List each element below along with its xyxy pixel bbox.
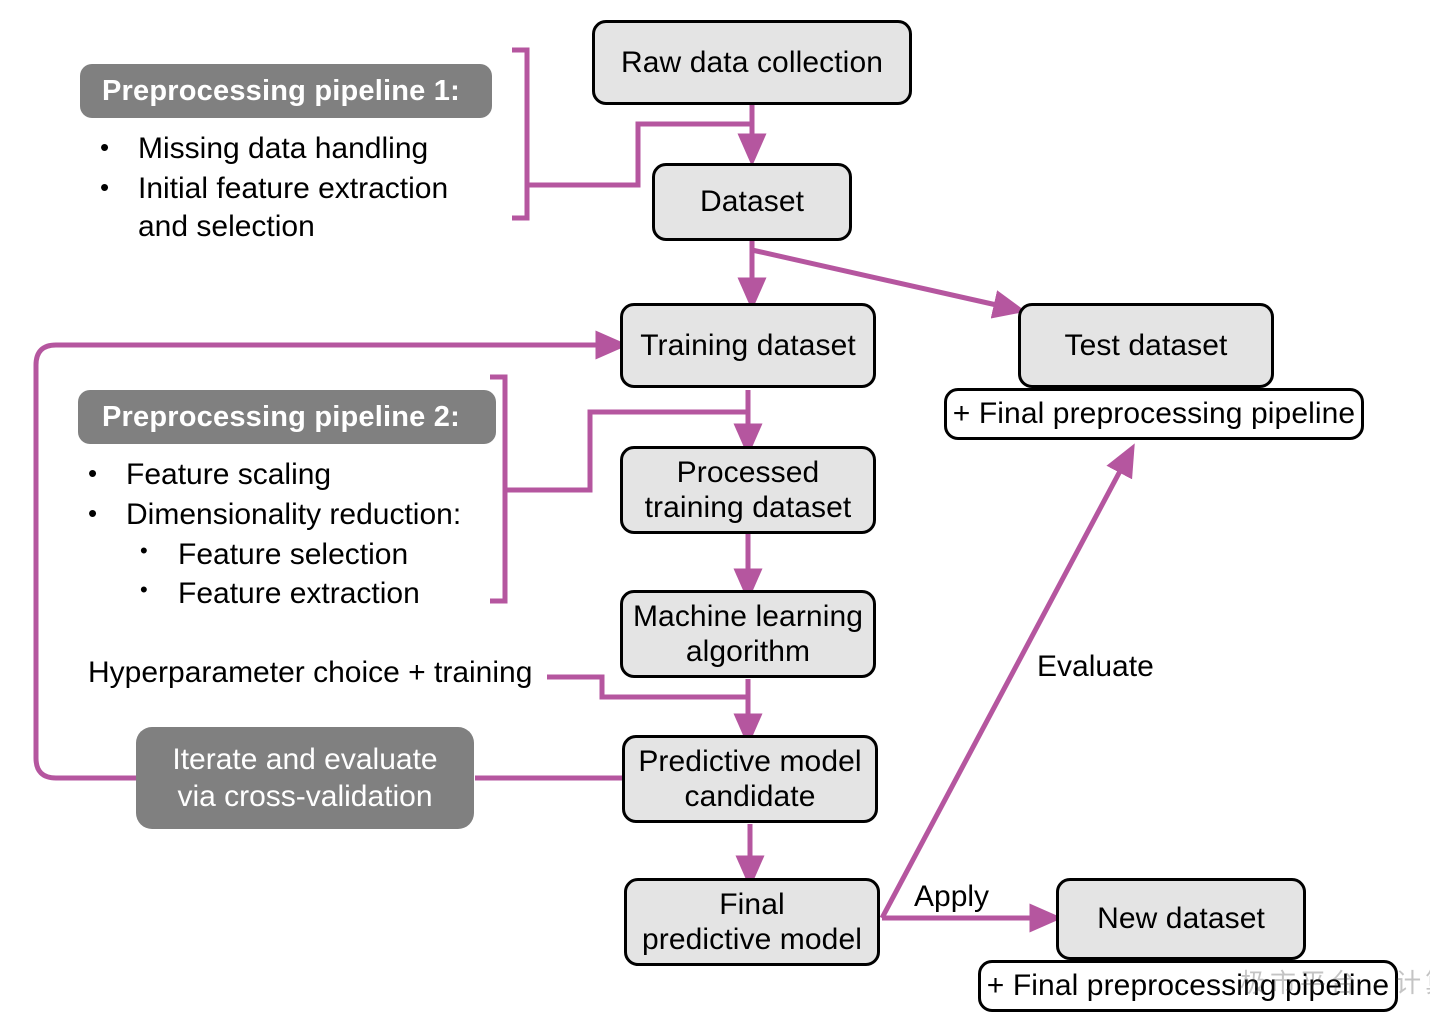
node-test-dataset[interactable]: Test dataset <box>1018 303 1274 388</box>
list-item-label: Feature scaling <box>126 458 332 491</box>
bullet-icon: • <box>88 497 98 528</box>
hyperparameter-label: Hyperparameter choice + training <box>88 656 532 690</box>
edge-evaluate <box>879 443 1135 920</box>
node-test-final-preprocessing-pipeline[interactable]: + Final preprocessing pipeline <box>944 388 1364 440</box>
apply-label: Apply <box>914 880 989 914</box>
list-item-label: Feature extraction <box>178 577 420 611</box>
bullet-icon: • <box>100 171 110 202</box>
list-item-label: Feature selection <box>178 537 409 571</box>
node-training-dataset[interactable]: Training dataset <box>620 303 876 388</box>
bullet-icon: • <box>140 577 148 603</box>
diagram-canvas: Preprocessing pipeline 1: • Missing data… <box>0 0 1430 1022</box>
node-dataset-label: Dataset <box>699 185 805 219</box>
node-predictive-model-candidate[interactable]: Predictive model candidate <box>622 735 878 823</box>
evaluate-label: Evaluate <box>1037 650 1154 684</box>
edge-dataset-to-test <box>751 247 1027 319</box>
bracket-pipeline1 <box>512 47 530 221</box>
hyperparameter-label-text: Hyperparameter choice + training <box>88 656 533 689</box>
preprocessing-pipeline-1-list: • Missing data handling • Initial featur… <box>100 130 500 247</box>
node-test-final-preprocessing-pipeline-label: + Final preprocessing pipeline <box>952 397 1356 431</box>
iterate-cross-validation-label: Iterate and evaluate via cross-validation <box>172 742 438 813</box>
list-item-label: Dimensionality reduction: <box>126 497 462 531</box>
node-test-dataset-label: Test dataset <box>1064 328 1228 362</box>
node-raw-data-collection[interactable]: Raw data collection <box>592 20 912 105</box>
watermark: 极市平台 · 计算机视觉社区 <box>1240 963 1430 1000</box>
list-item: • Feature selection <box>140 536 508 574</box>
node-machine-learning-algorithm-label: Machine learning algorithm <box>632 599 864 668</box>
node-training-dataset-label: Training dataset <box>640 328 856 362</box>
node-processed-training-dataset-label: Processed training dataset <box>644 455 852 524</box>
preprocessing-pipeline-2-list: • Feature scaling • Dimensionality reduc… <box>88 456 508 615</box>
preprocessing-pipeline-2-header-label: Preprocessing pipeline 2: <box>102 400 460 433</box>
evaluate-label-text: Evaluate <box>1037 650 1154 683</box>
node-final-predictive-model-label: Final predictive model <box>641 887 863 956</box>
preprocessing-pipeline-2-header: Preprocessing pipeline 2: <box>78 390 496 444</box>
list-item: • Dimensionality reduction: <box>88 496 508 534</box>
node-predictive-model-candidate-label: Predictive model candidate <box>638 744 862 813</box>
node-dataset[interactable]: Dataset <box>652 163 852 241</box>
preprocessing-pipeline-1-header-label: Preprocessing pipeline 1: <box>102 74 460 107</box>
node-new-dataset[interactable]: New dataset <box>1056 878 1306 960</box>
list-item-label: Missing data handling <box>138 132 429 165</box>
node-new-dataset-label: New dataset <box>1097 902 1265 936</box>
list-item: • Feature scaling <box>88 456 508 494</box>
bullet-icon: • <box>100 132 110 162</box>
list-item: • Missing data handling <box>100 130 500 168</box>
node-processed-training-dataset[interactable]: Processed training dataset <box>620 446 876 534</box>
list-item: • Feature extraction <box>140 575 508 613</box>
node-final-predictive-model[interactable]: Final predictive model <box>624 878 880 966</box>
iterate-cross-validation-box: Iterate and evaluate via cross-validation <box>136 727 474 829</box>
list-item-label: Initial feature extraction and selection <box>138 171 449 243</box>
edge-hyperparameter-to-flow <box>547 674 748 700</box>
node-raw-data-collection-label: Raw data collection <box>620 45 884 79</box>
watermark-text: 极市平台 · 计算机视觉社区 <box>1240 968 1430 998</box>
node-machine-learning-algorithm[interactable]: Machine learning algorithm <box>620 590 876 678</box>
bullet-icon: • <box>140 537 148 563</box>
apply-label-text: Apply <box>914 880 990 913</box>
bullet-icon: • <box>88 458 98 488</box>
list-item: • Initial feature extraction and selecti… <box>100 170 500 246</box>
preprocessing-pipeline-1-header: Preprocessing pipeline 1: <box>80 64 492 118</box>
